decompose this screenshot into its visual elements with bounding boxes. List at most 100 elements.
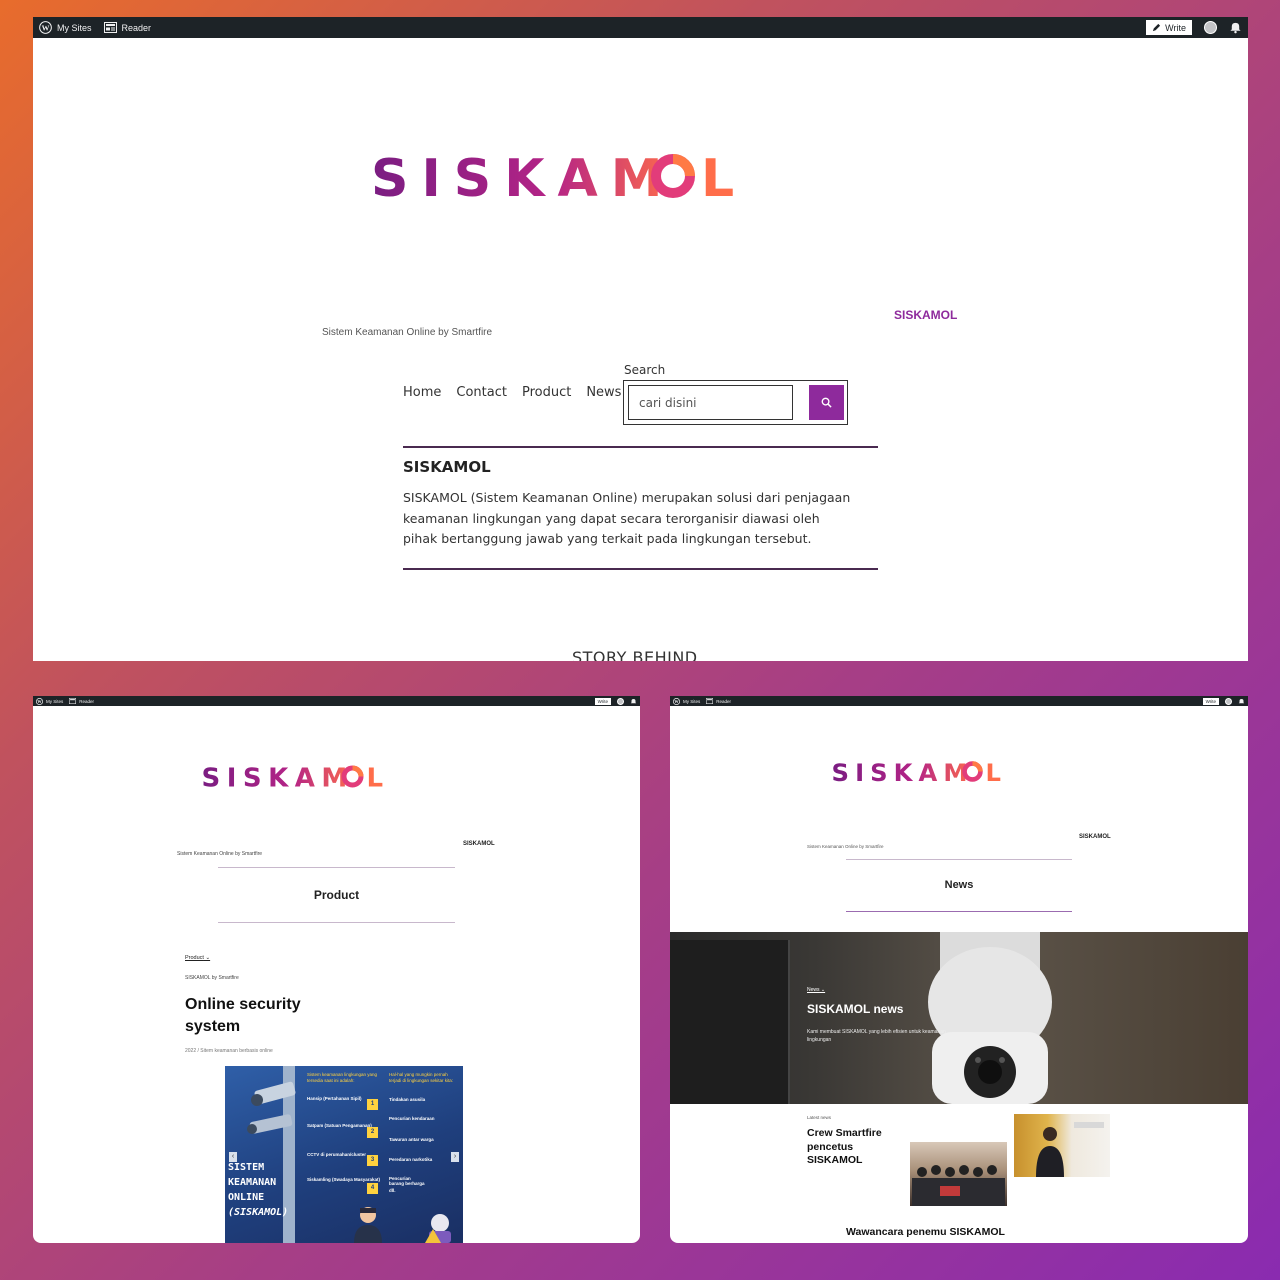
nav-news[interactable]: News xyxy=(586,385,621,400)
divider-bottom xyxy=(403,568,878,570)
page-title: News xyxy=(944,879,974,891)
interview-photo[interactable] xyxy=(1014,1114,1110,1177)
hero-equipment-panel xyxy=(670,940,790,1104)
divider-top xyxy=(403,446,878,448)
infographic-title-line: SISTEM xyxy=(228,1162,265,1173)
infographic-right-item: Tindakan asusila xyxy=(389,1097,426,1102)
logo-wordmark: SISKAM L xyxy=(202,764,384,793)
nav-product[interactable]: Product xyxy=(522,385,571,400)
latest-news-title-line: pencetus xyxy=(807,1140,854,1153)
nav-contact[interactable]: Contact xyxy=(456,385,507,400)
latest-news-title-line: SISKAMOL xyxy=(807,1154,863,1166)
svg-text:W: W xyxy=(42,23,50,32)
my-sites-link[interactable]: W My Sites xyxy=(673,697,701,705)
infographic-right-heading: Hal-hal yang mungkin pernah terjadi di l… xyxy=(389,1072,454,1083)
divider-bottom xyxy=(218,922,455,923)
search-input[interactable]: cari disini xyxy=(628,385,793,420)
write-button[interactable]: Write xyxy=(1202,697,1219,705)
my-sites-label: My Sites xyxy=(683,698,701,704)
notifications-icon[interactable] xyxy=(630,698,637,705)
cctv-camera-image xyxy=(928,932,1052,1104)
post-title-line: Online security xyxy=(185,996,301,1013)
number-badge-4: 4 xyxy=(367,1183,378,1194)
infographic-number-badges: 1 2 3 4 xyxy=(367,1099,378,1194)
news-hero[interactable]: News ⌄ SISKAMOL news Kami membuat SISKAM… xyxy=(670,932,1248,1104)
infographic-title: SISTEM KEAMANAN ONLINE (SISKAMOL) xyxy=(228,1160,288,1220)
story-heading: STORY BEHIND xyxy=(572,648,698,661)
number-badge-3: 3 xyxy=(367,1155,378,1166)
slider-prev-arrow[interactable]: ‹ xyxy=(229,1152,237,1162)
post-meta: 2022 / Sitem keamanan berbasis online xyxy=(185,1048,273,1054)
site-title-link[interactable]: SISKAMOL xyxy=(463,841,495,847)
divider-top xyxy=(218,867,455,868)
post-title-line: system xyxy=(185,1018,241,1035)
latest-news-title[interactable]: Crew Smartfire pencetus SISKAMOL xyxy=(807,1127,882,1168)
hero-excerpt: Kami membuat SISKAMOL yang lebih efisien… xyxy=(807,1029,946,1043)
site-title-link[interactable]: SISKAMOL xyxy=(1079,834,1111,840)
post-title[interactable]: Online security system xyxy=(185,994,301,1038)
intro-heading: SISKAMOL xyxy=(403,458,491,476)
search-label: Search xyxy=(624,363,666,377)
crew-group-photo[interactable] xyxy=(910,1142,1007,1206)
admin-bar: W My Sites Reader Write xyxy=(33,17,1248,38)
my-sites-label: My Sites xyxy=(46,698,64,704)
reader-label: Reader xyxy=(121,22,152,33)
divider-top xyxy=(846,859,1072,860)
group-people-illustration xyxy=(912,1165,1005,1206)
logo-wordmark: SISKAM L xyxy=(371,149,733,207)
hero-title[interactable]: SISKAMOL news xyxy=(807,1002,903,1016)
mascot-illustration xyxy=(425,1214,451,1243)
wordpress-icon: W xyxy=(36,697,43,705)
svg-text:SISKAM: SISKAM xyxy=(202,764,354,793)
write-button[interactable]: Write xyxy=(1146,20,1192,35)
wordpress-icon: W xyxy=(39,21,52,34)
infographic-right-item: Peredaran narkotika xyxy=(389,1157,433,1162)
admin-bar: W My Sites Reader Write xyxy=(33,696,640,706)
news-screenshot: W My Sites Reader Write SISKAM L SISKAMO… xyxy=(670,696,1248,1243)
search-button[interactable] xyxy=(809,385,844,420)
avatar[interactable] xyxy=(1225,697,1232,705)
infographic-right-item: Tawuran antar warga xyxy=(389,1137,434,1142)
avatar[interactable] xyxy=(617,697,624,705)
post-author: SISKAMOL by Smartfire xyxy=(185,975,239,981)
site-logo[interactable]: SISKAM L xyxy=(201,762,384,793)
svg-text:L: L xyxy=(367,764,384,793)
site-logo[interactable]: SISKAM L xyxy=(830,758,1002,786)
svg-text:L: L xyxy=(986,758,1001,786)
infographic-right-item: Pencurian kendaraan xyxy=(389,1116,435,1121)
avatar[interactable] xyxy=(1204,21,1217,34)
write-label: Write xyxy=(597,698,608,704)
product-infographic[interactable]: SISTEM KEAMANAN ONLINE (SISKAMOL) ‹ › Si… xyxy=(225,1066,463,1243)
svg-text:L: L xyxy=(701,149,733,207)
post-category-link[interactable]: Product ⌄ xyxy=(185,955,210,961)
nav-home[interactable]: Home xyxy=(403,385,441,400)
person-photo-illustration xyxy=(1036,1122,1104,1177)
reader-link[interactable]: Reader xyxy=(103,22,152,33)
svg-text:SISKAM: SISKAM xyxy=(832,758,974,786)
write-label: Write xyxy=(1165,22,1186,33)
site-tagline: Sistem Keamanan Online by Smartfire xyxy=(177,851,263,857)
logo-wordmark: SISKAM L xyxy=(832,758,1001,786)
infographic-right-column: Hal-hal yang mungkin pernah terjadi di l… xyxy=(389,1072,461,1193)
my-sites-link[interactable]: W My Sites xyxy=(39,21,92,34)
infographic-title-line: (SISKAMOL) xyxy=(228,1207,289,1218)
reader-icon xyxy=(706,698,714,704)
site-tagline: Sistem Keamanan Online by Smartfire xyxy=(807,844,884,849)
number-badge-2: 2 xyxy=(367,1127,378,1138)
notifications-icon[interactable] xyxy=(1229,21,1242,34)
wordpress-icon: W xyxy=(673,697,680,705)
reader-label: Reader xyxy=(716,698,732,704)
infographic-right-item: Pencurian barang berharga xyxy=(389,1176,425,1186)
reader-link[interactable]: Reader xyxy=(69,698,94,704)
write-button[interactable]: Write xyxy=(594,697,611,705)
next-post-heading[interactable]: Wawancara penemu SISKAMOL xyxy=(846,1226,1005,1238)
infographic-left-heading: Sistem keamanan lingkungan yang tersedia… xyxy=(307,1072,378,1083)
site-title-link[interactable]: SISKAMOL xyxy=(894,308,957,322)
my-sites-link[interactable]: W My Sites xyxy=(36,697,64,705)
site-logo[interactable]: SISKAM L xyxy=(371,147,733,207)
reader-link[interactable]: Reader xyxy=(706,698,731,704)
notifications-icon[interactable] xyxy=(1238,698,1245,705)
chevron-down-icon: ⌄ xyxy=(203,955,211,961)
hero-category-link[interactable]: News ⌄ xyxy=(807,987,825,993)
reader-icon xyxy=(103,22,117,33)
